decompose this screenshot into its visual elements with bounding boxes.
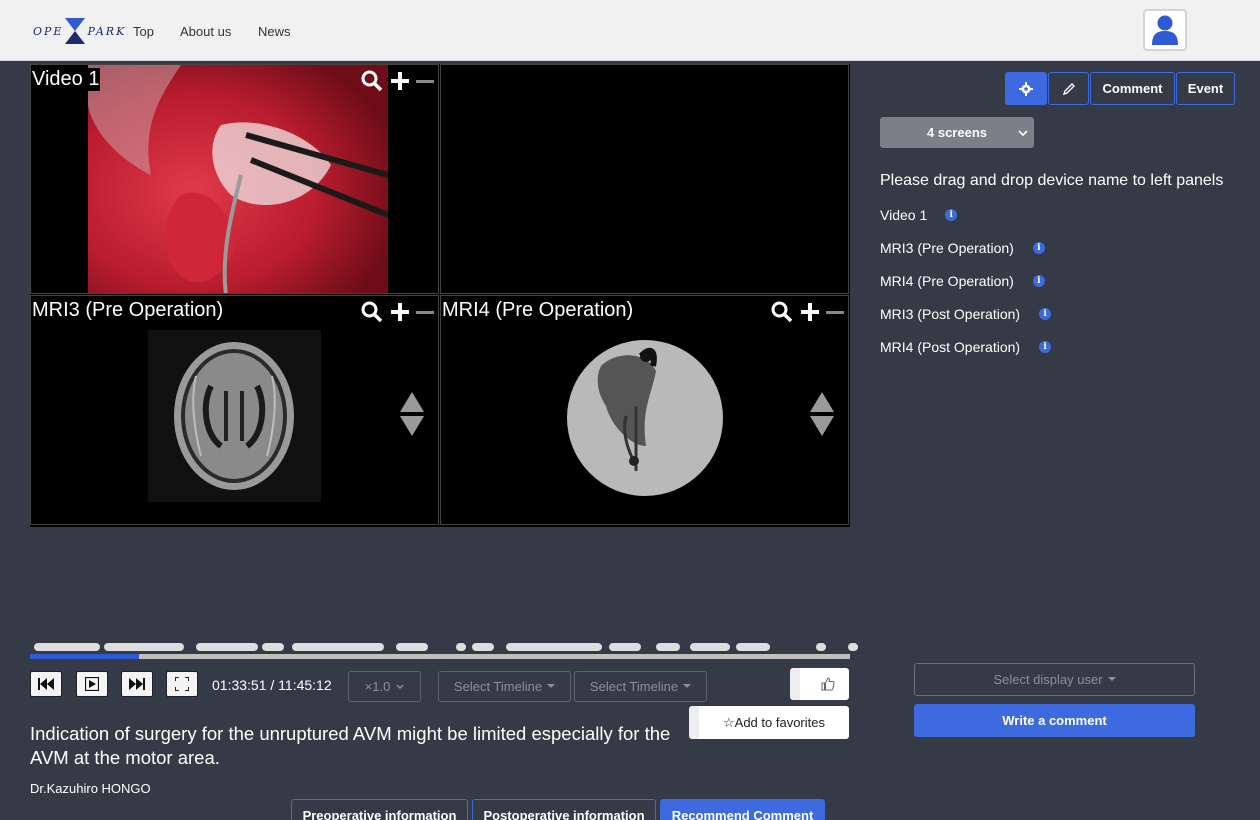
- logo-text-right: PARK: [87, 24, 127, 38]
- write-comment-button[interactable]: Write a comment: [914, 704, 1195, 737]
- device-item-mri3-pre[interactable]: MRI3 (Pre Operation) i: [880, 240, 1045, 256]
- speed-select[interactable]: ×1.0: [348, 671, 421, 702]
- minus-icon[interactable]: [826, 310, 844, 314]
- logo-mark-icon: [65, 18, 86, 44]
- gear-icon: [1019, 81, 1033, 96]
- comment-button[interactable]: Comment: [1090, 72, 1175, 105]
- device-item-mri3-post[interactable]: MRI3 (Post Operation) i: [880, 306, 1052, 322]
- panel-tools: [360, 69, 434, 93]
- comment-event-markers[interactable]: [30, 640, 860, 654]
- plus-icon[interactable]: [388, 300, 412, 324]
- panel-title: Video 1: [31, 68, 101, 91]
- panel-title: MRI4 (Pre Operation): [441, 299, 635, 322]
- add-to-favorites-button[interactable]: ☆Add to favorites: [689, 706, 849, 739]
- skip-forward-icon: [129, 678, 145, 690]
- play-icon: [85, 677, 99, 691]
- event-button[interactable]: Event: [1176, 72, 1235, 105]
- plus-icon[interactable]: [798, 300, 822, 324]
- progress-fill: [30, 654, 140, 659]
- viewer-panel-4[interactable]: MRI4 (Pre Operation): [440, 295, 849, 525]
- skip-forward-button[interactable]: [121, 671, 153, 697]
- zoom-icon[interactable]: [770, 300, 794, 324]
- timeline-select-label: Select Timeline: [453, 679, 543, 694]
- info-icon[interactable]: i: [1032, 242, 1045, 254]
- comment-author: Dr.Kazuhiro HONGO: [30, 781, 151, 796]
- info-icon[interactable]: i: [1039, 341, 1052, 353]
- skip-back-button[interactable]: [30, 671, 62, 697]
- caret-down-icon: [547, 684, 556, 688]
- select-display-user-dropdown[interactable]: Select display user: [914, 663, 1195, 696]
- device-item-mri4-pre[interactable]: MRI4 (Pre Operation) i: [880, 273, 1045, 289]
- device-label: Video 1: [880, 207, 928, 223]
- tab-preoperative-information[interactable]: Preoperative information: [291, 799, 468, 820]
- info-icon[interactable]: i: [945, 209, 958, 221]
- device-label: MRI4 (Pre Operation): [880, 273, 1014, 289]
- zoom-icon[interactable]: [360, 300, 384, 324]
- mri-brain-image: [148, 330, 321, 502]
- surgical-video-frame: [31, 65, 438, 293]
- panel-title: MRI3 (Pre Operation): [31, 299, 225, 322]
- drag-instruction: Please drag and drop device name to left…: [880, 172, 1224, 189]
- viewer-panel-1[interactable]: Video 1: [30, 64, 439, 294]
- device-label: MRI4 (Post Operation): [880, 339, 1021, 355]
- timeline-select-2[interactable]: Select Timeline: [574, 671, 707, 702]
- panel-tools: [770, 300, 844, 324]
- edit-button[interactable]: [1048, 72, 1089, 105]
- angiogram-image: [567, 340, 723, 496]
- featured-comment-text: Indication of surgery for the unruptured…: [30, 723, 671, 768]
- device-label: MRI3 (Post Operation): [880, 306, 1021, 322]
- viewer-panel-3[interactable]: MRI3 (Pre Operation): [30, 295, 439, 525]
- timeline-select-1[interactable]: Select Timeline: [438, 671, 571, 702]
- navbar: OPE PARK Top About us News: [0, 0, 1260, 61]
- screens-select-value: 4 screens: [927, 125, 987, 140]
- pencil-icon: [1062, 82, 1075, 95]
- slice-up-down-icon[interactable]: [400, 392, 424, 436]
- chevron-down-icon: [396, 684, 404, 689]
- like-button[interactable]: [790, 668, 849, 700]
- viewer-grid: Video 1 MRI3 (Pre Operation) MRI4 (Pre O…: [30, 64, 850, 527]
- logo-text-left: OPE: [33, 24, 64, 38]
- minus-icon[interactable]: [416, 310, 434, 314]
- opepark-logo[interactable]: OPE PARK: [33, 18, 126, 44]
- device-item-video1[interactable]: Video 1 i: [880, 207, 958, 223]
- nav-link-about[interactable]: About us: [180, 24, 231, 39]
- plus-icon[interactable]: [388, 69, 412, 93]
- caret-down-icon: [683, 684, 692, 688]
- chevron-down-icon: [1018, 130, 1028, 137]
- timeline-select-label: Select Timeline: [589, 679, 679, 694]
- settings-button[interactable]: [1005, 72, 1047, 105]
- speed-value: ×1.0: [364, 679, 391, 694]
- zoom-icon[interactable]: [360, 69, 384, 93]
- device-label: MRI3 (Pre Operation): [880, 240, 1014, 256]
- info-icon[interactable]: i: [1032, 275, 1045, 287]
- thumbs-up-icon: [821, 677, 835, 691]
- playback-time: 01:33:51 / 11:45:12: [212, 677, 332, 693]
- select-user-label: Select display user: [993, 672, 1103, 687]
- screens-select[interactable]: 4 screens: [880, 117, 1034, 148]
- minus-icon[interactable]: [416, 79, 434, 83]
- fullscreen-icon: [175, 677, 189, 691]
- nav-link-news[interactable]: News: [258, 24, 291, 39]
- nav-link-top[interactable]: Top: [133, 24, 154, 39]
- user-icon: [1152, 15, 1178, 45]
- device-item-mri4-post[interactable]: MRI4 (Post Operation) i: [880, 339, 1052, 355]
- panel-tools: [360, 300, 434, 324]
- tab-postoperative-information[interactable]: Postoperative information: [472, 799, 656, 820]
- slice-up-down-icon[interactable]: [810, 392, 834, 436]
- skip-back-icon: [38, 678, 54, 690]
- playback-progress-bar[interactable]: [30, 654, 850, 659]
- viewer-panel-2[interactable]: [440, 64, 849, 294]
- user-avatar-button[interactable]: [1143, 9, 1187, 51]
- play-button[interactable]: [76, 671, 108, 697]
- caret-down-icon: [1107, 677, 1116, 681]
- info-icon[interactable]: i: [1039, 308, 1052, 320]
- tab-recommend-comment[interactable]: Recommend Comment: [660, 799, 825, 820]
- fullscreen-button[interactable]: [166, 671, 198, 697]
